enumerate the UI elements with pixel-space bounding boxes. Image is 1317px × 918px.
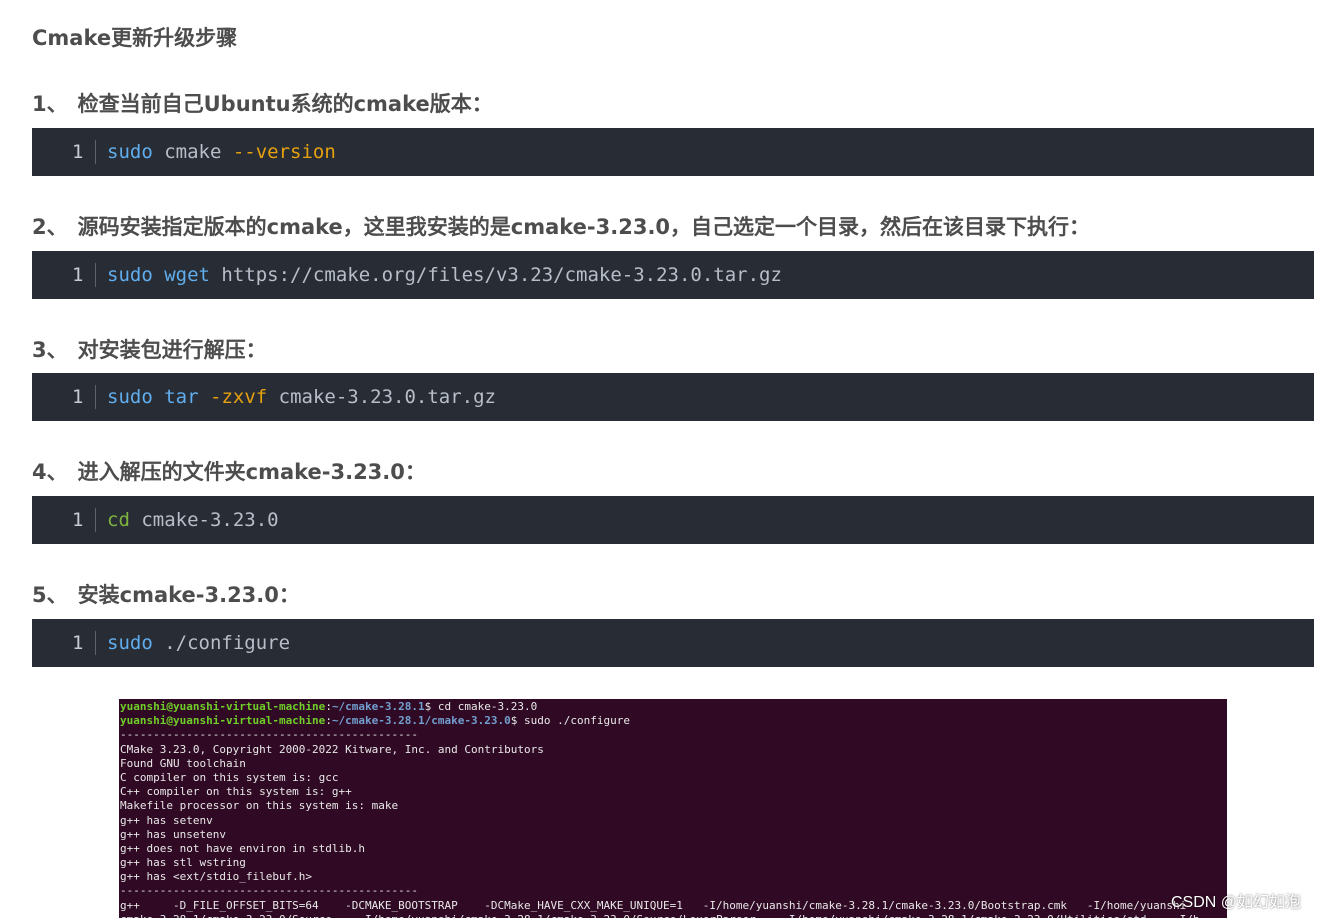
terminal-segment: : (325, 714, 332, 728)
code-token: cmake-3.23.0 (129, 509, 279, 531)
terminal-segment: $ cd cmake-3.23.0 (424, 700, 538, 713)
code-token: sudo (107, 264, 153, 286)
code-block[interactable]: 1 cd cmake-3.23.0 (32, 496, 1314, 544)
gutter-divider (95, 140, 96, 164)
terminal-segment: Found GNU toolchain (120, 756, 246, 770)
terminal-segment: g++ has unsetenv (120, 827, 226, 841)
terminal-output: yuanshi@yuanshi-virtual-machine:~/cmake-… (120, 700, 1199, 918)
step-heading: 1、 检查当前自己Ubuntu系统的cmake版本： (32, 88, 493, 118)
terminal-segment: g++ -D_FILE_OFFSET_BITS=64 -DCMAKE_BOOTS… (120, 898, 1187, 912)
terminal-line: ----------------------------------------… (120, 884, 1199, 898)
code-token: cmake-3.23.0.tar.gz (267, 386, 496, 408)
step-text: 安装cmake-3.23.0： (77, 583, 300, 607)
code-token: -zxvf (210, 386, 268, 408)
terminal-segment: Makefile processor on this system is: ma… (120, 799, 399, 813)
terminal-line: g++ has setenv (120, 814, 1199, 828)
gutter-divider (95, 508, 96, 532)
code-token: sudo (107, 141, 153, 163)
terminal-line: Makefile processor on this system is: ma… (120, 799, 1199, 813)
code-token: --version (232, 141, 336, 163)
terminal-line: g++ -D_FILE_OFFSET_BITS=64 -DCMAKE_BOOTS… (120, 899, 1199, 913)
terminal-segment: CMake 3.23.0, Copyright 2000-2022 Kitwar… (120, 742, 544, 756)
terminal-segment: g++ has <ext/stdio_filebuf.h> (120, 870, 313, 884)
terminal-segment: g++ does not have environ in stdlib.h (120, 841, 366, 855)
step-heading: 3、 对安装包进行解压： (32, 334, 267, 364)
code-line[interactable]: sudo tar -zxvf cmake-3.23.0.tar.gz (107, 373, 496, 421)
gutter-divider (95, 263, 96, 287)
step-number: 5、 (32, 583, 68, 607)
line-number: 1 (72, 264, 84, 286)
code-line[interactable]: sudo cmake --version (107, 128, 336, 176)
terminal-line: yuanshi@yuanshi-virtual-machine:~/cmake-… (120, 700, 1199, 714)
step-text: 进入解压的文件夹cmake-3.23.0： (77, 460, 426, 484)
code-token: sudo (107, 386, 153, 408)
terminal-segment: g++ has stl wstring (120, 856, 246, 870)
gutter-divider (95, 631, 96, 655)
code-block[interactable]: 1 sudo wget https://cmake.org/files/v3.23… (32, 251, 1314, 299)
code-token: cd (107, 509, 130, 531)
code-block[interactable]: 1 sudo cmake --version (32, 128, 1314, 176)
step-text: 源码安装指定版本的cmake，这里我安装的是cmake-3.23.0，自己选定一… (77, 215, 1091, 239)
terminal-segment: cmake-3.28.1/cmake-3.23.0/Source -I/home… (120, 913, 1199, 918)
terminal-segment: yuanshi@yuanshi-virtual-machine (120, 714, 326, 728)
step-number: 1、 (32, 92, 68, 116)
line-number: 1 (72, 632, 84, 654)
terminal-segment: : (325, 700, 332, 713)
code-token: ./configure (152, 632, 291, 654)
code-line[interactable]: sudo wget https://cmake.org/files/v3.23/… (107, 251, 782, 299)
terminal-segment: ----------------------------------------… (120, 728, 419, 742)
terminal-segment: $ sudo ./configure (510, 714, 630, 728)
code-block[interactable]: 1 sudo tar -zxvf cmake-3.23.0.tar.gz (32, 373, 1314, 421)
terminal-screenshot: yuanshi@yuanshi-virtual-machine:~/cmake-… (119, 699, 1227, 918)
line-number: 1 (72, 386, 84, 408)
terminal-segment: C++ compiler on this system is: g++ (120, 785, 352, 799)
gutter-divider (95, 385, 96, 409)
terminal-segment: yuanshi@yuanshi-virtual-machine (120, 700, 326, 713)
step-heading: 5、 安装cmake-3.23.0： (32, 579, 300, 609)
step-number: 3、 (32, 338, 68, 362)
code-block[interactable]: 1 sudo ./configure (32, 619, 1314, 667)
step-heading: 2、 源码安装指定版本的cmake，这里我安装的是cmake-3.23.0，自己选… (32, 211, 1090, 241)
terminal-line: CMake 3.23.0, Copyright 2000-2022 Kitwar… (120, 743, 1199, 757)
step-text: 对安装包进行解压： (77, 338, 267, 362)
code-token: tar (164, 386, 199, 408)
code-token: sudo (107, 632, 153, 654)
terminal-line: ----------------------------------------… (120, 728, 1199, 742)
terminal-segment: ~/cmake-3.28.1/cmake-3.23.0 (331, 714, 511, 728)
terminal-segment: ----------------------------------------… (120, 884, 419, 898)
code-line[interactable]: cd cmake-3.23.0 (107, 496, 279, 544)
terminal-line: g++ has stl wstring (120, 856, 1199, 870)
terminal-line: C compiler on this system is: gcc (120, 771, 1199, 785)
terminal-line: Found GNU toolchain (120, 757, 1199, 771)
terminal-segment: g++ has setenv (120, 813, 213, 827)
line-number: 1 (72, 509, 84, 531)
terminal-line: g++ does not have environ in stdlib.h (120, 842, 1199, 856)
step-number: 2、 (32, 215, 68, 239)
terminal-line: cmake-3.28.1/cmake-3.23.0/Source -I/home… (120, 913, 1199, 918)
terminal-line: g++ has unsetenv (120, 828, 1199, 842)
terminal-line: C++ compiler on this system is: g++ (120, 785, 1199, 799)
terminal-segment: C compiler on this system is: gcc (120, 770, 339, 784)
terminal-segment: ~/cmake-3.28.1 (331, 700, 425, 713)
watermark: CSDN @如幻如泡 (1170, 894, 1301, 911)
step-text: 检查当前自己Ubuntu系统的cmake版本： (77, 92, 493, 116)
step-heading: 4、 进入解压的文件夹cmake-3.23.0： (32, 456, 426, 486)
terminal-line: g++ has <ext/stdio_filebuf.h> (120, 870, 1199, 884)
step-number: 4、 (32, 460, 68, 484)
code-token: https://cmake.org/files/v3.23/cmake-3.23… (209, 264, 782, 286)
code-line[interactable]: sudo ./configure (107, 619, 290, 667)
terminal-line: yuanshi@yuanshi-virtual-machine:~/cmake-… (120, 714, 1199, 728)
code-token: wget (164, 264, 210, 286)
code-token: cmake (152, 141, 233, 163)
page-title: Cmake更新升级步骤 (32, 26, 238, 50)
line-number: 1 (72, 141, 84, 163)
